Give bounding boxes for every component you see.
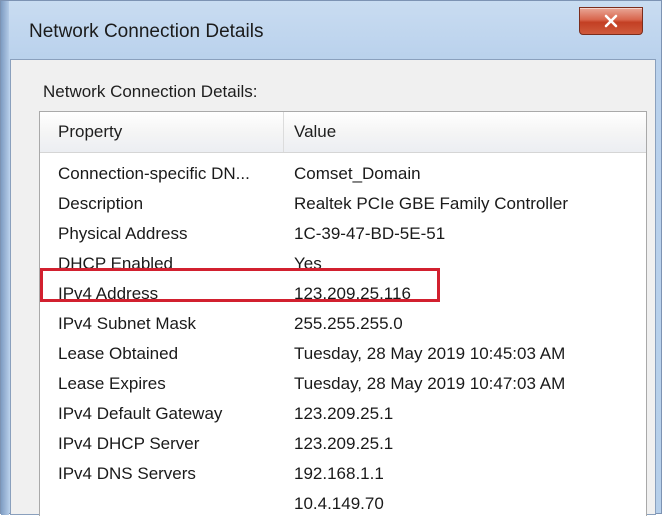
- value-cell: Comset_Domain: [294, 164, 421, 183]
- value-cell: Tuesday, 28 May 2019 10:47:03 AM: [294, 374, 566, 393]
- property-cell: DHCP Enabled: [58, 254, 173, 273]
- value-cell: Realtek PCIe GBE Family Controller: [294, 194, 568, 213]
- dialog-client-area: Network Connection Details: Property Val…: [10, 59, 656, 516]
- window-title: Network Connection Details: [29, 21, 264, 42]
- window-frame-left: [1, 1, 9, 515]
- value-cell: 10.4.149.70: [294, 494, 384, 513]
- table-row[interactable]: IPv4 DNS Servers 192.168.1.1: [40, 459, 646, 489]
- list-header: Property Value: [40, 112, 646, 153]
- dialog-window: Network Connection Details Network Conne…: [0, 0, 662, 516]
- value-cell: 123.209.25.1: [294, 434, 394, 453]
- table-row[interactable]: Lease Obtained Tuesday, 28 May 2019 10:4…: [40, 339, 646, 369]
- value-cell: 123.209.25.116: [294, 284, 411, 303]
- value-cell: 255.255.255.0: [294, 314, 403, 333]
- details-list-view[interactable]: Property Value Connection-specific DN...…: [39, 111, 647, 516]
- property-cell: IPv4 DHCP Server: [58, 434, 200, 453]
- property-cell: IPv4 DNS Servers: [58, 464, 196, 483]
- close-icon: [604, 14, 618, 28]
- table-row[interactable]: IPv4 Address 123.209.25.116: [40, 279, 646, 309]
- list-rows: Connection-specific DN... Comset_Domain …: [40, 159, 646, 516]
- table-row[interactable]: Connection-specific DN... Comset_Domain: [40, 159, 646, 189]
- table-row[interactable]: Description Realtek PCIe GBE Family Cont…: [40, 189, 646, 219]
- value-cell: 123.209.25.1: [294, 404, 394, 423]
- table-row[interactable]: Lease Expires Tuesday, 28 May 2019 10:47…: [40, 369, 646, 399]
- table-row[interactable]: Physical Address 1C-39-47-BD-5E-51: [40, 219, 646, 249]
- title-bar[interactable]: Network Connection Details: [9, 1, 661, 65]
- property-cell: Description: [58, 194, 144, 213]
- table-row[interactable]: DHCP Enabled Yes: [40, 249, 646, 279]
- table-row[interactable]: IPv4 Default Gateway 123.209.25.1: [40, 399, 646, 429]
- property-cell: IPv4 Subnet Mask: [58, 314, 196, 333]
- property-cell: [58, 489, 276, 516]
- table-row[interactable]: IPv4 Subnet Mask 255.255.255.0: [40, 309, 646, 339]
- details-group-label: Network Connection Details:: [43, 82, 258, 101]
- column-header-value[interactable]: Value: [284, 112, 646, 152]
- value-cell: 192.168.1.1: [294, 464, 384, 483]
- property-cell: IPv4 Address: [58, 284, 159, 303]
- value-cell: Yes: [294, 254, 322, 273]
- table-row[interactable]: 10.4.149.70: [40, 489, 646, 516]
- column-header-property[interactable]: Property: [40, 112, 284, 152]
- value-cell: 1C-39-47-BD-5E-51: [294, 224, 446, 243]
- property-cell: Lease Obtained: [58, 344, 179, 363]
- table-row[interactable]: IPv4 DHCP Server 123.209.25.1: [40, 429, 646, 459]
- property-cell: Lease Expires: [58, 374, 166, 393]
- property-cell: IPv4 Default Gateway: [58, 404, 223, 423]
- close-button[interactable]: [579, 7, 643, 35]
- property-cell: Connection-specific DN...: [58, 164, 250, 183]
- property-cell: Physical Address: [58, 224, 188, 243]
- value-cell: Tuesday, 28 May 2019 10:45:03 AM: [294, 344, 566, 363]
